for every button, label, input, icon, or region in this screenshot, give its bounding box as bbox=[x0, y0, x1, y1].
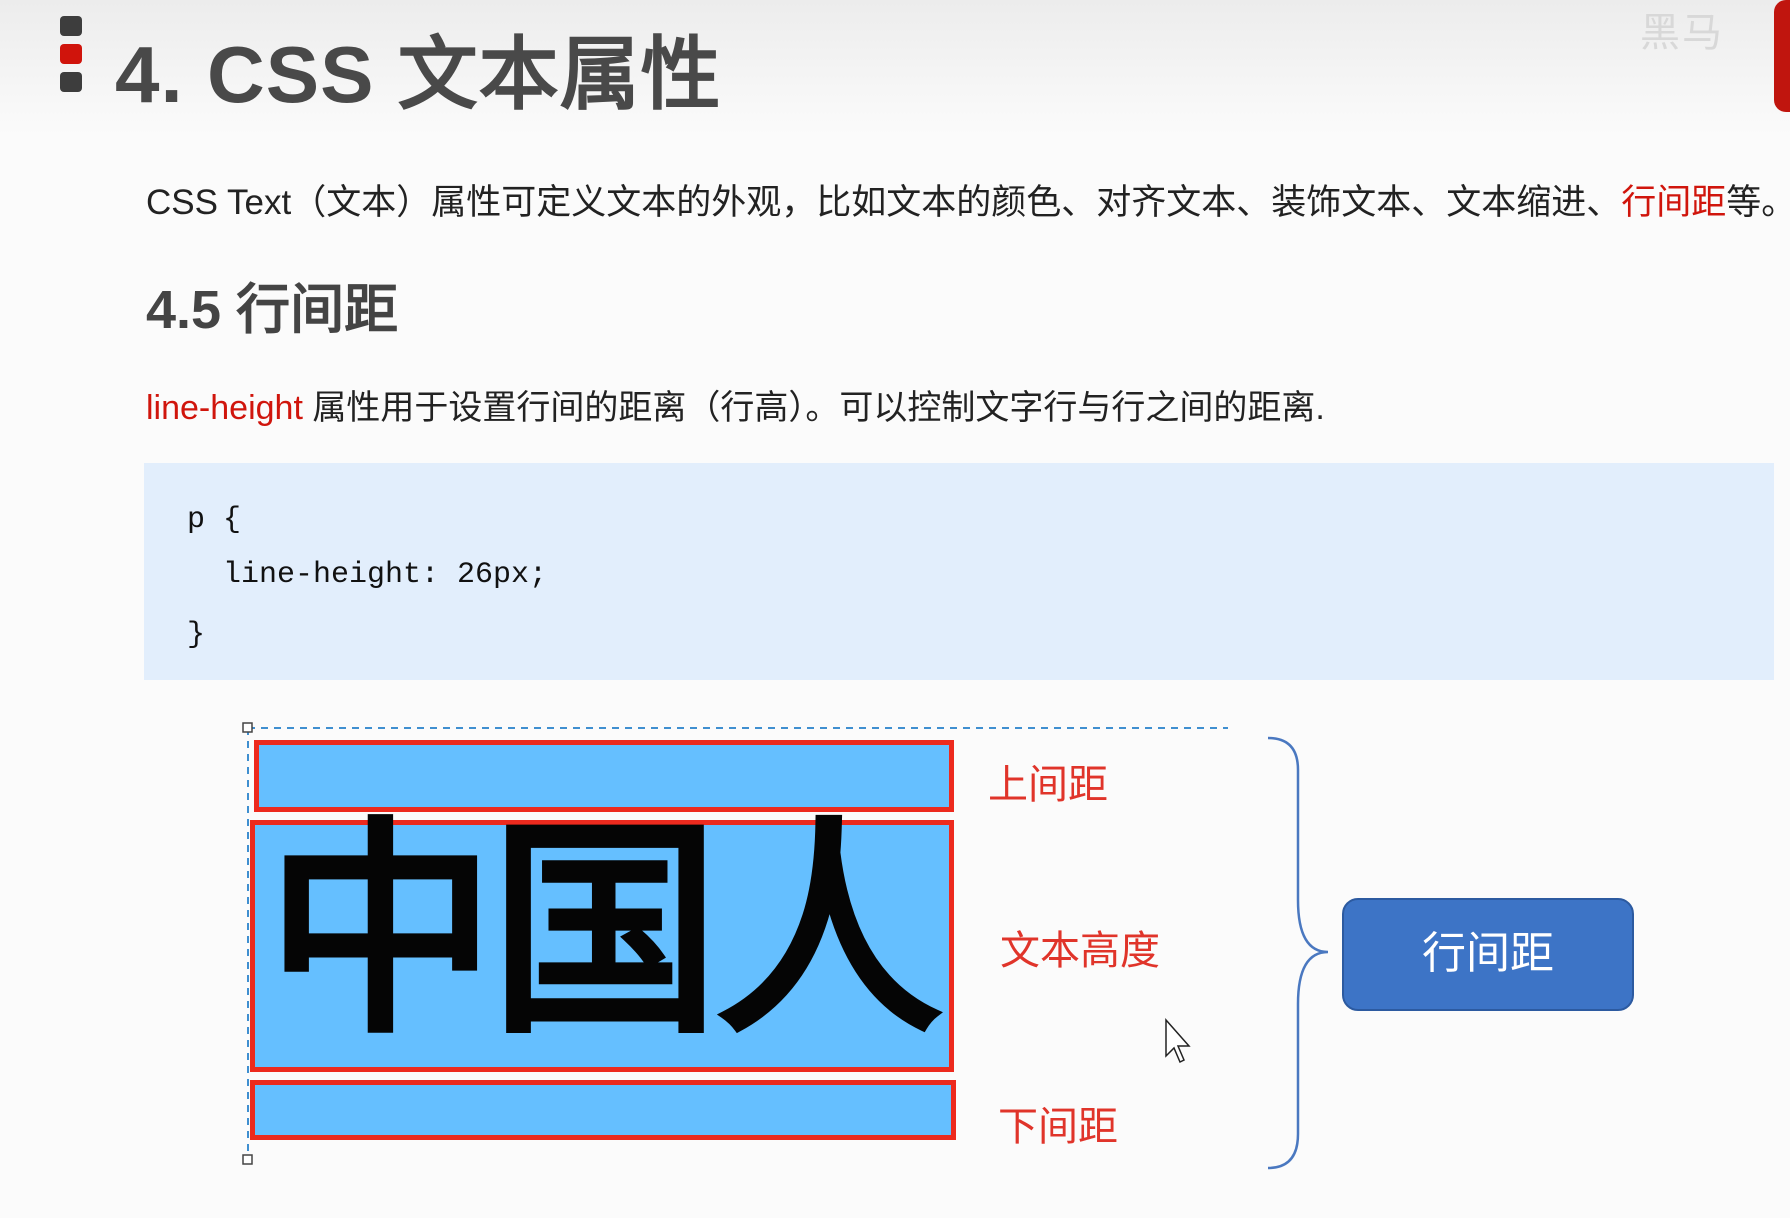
property-name: line-height bbox=[146, 389, 303, 427]
sample-glyph-text: 中国人 bbox=[265, 799, 944, 1066]
code-line: } bbox=[187, 618, 206, 652]
line-height-diagram: 中国人 上间距 文本高度 下间距 行间距 bbox=[0, 700, 1790, 1218]
title-bullet-icon bbox=[60, 16, 84, 100]
intro-highlight: 行间距 bbox=[1621, 183, 1727, 222]
selection-handle bbox=[242, 722, 253, 733]
property-description: line-height 属性用于设置行间的距离（行高）。可以控制文字行与行之间的… bbox=[146, 389, 1325, 427]
code-line: line-height: 26px; bbox=[187, 558, 548, 592]
line-height-result-box: 行间距 bbox=[1342, 898, 1634, 1011]
top-spacing-label: 上间距 bbox=[988, 763, 1108, 807]
watermark-logo: 黑马 bbox=[1640, 10, 1724, 56]
intro-paragraph: CSS Text（文本）属性可定义文本的外观，比如文本的颜色、对齐文本、装饰文本… bbox=[146, 183, 1790, 222]
page-title: 4. CSS 文本属性 bbox=[115, 30, 722, 119]
mouse-pointer-icon bbox=[1165, 1018, 1191, 1064]
selection-handle bbox=[242, 1154, 253, 1165]
curly-brace bbox=[1267, 736, 1329, 1170]
code-block: p { line-height: 26px; } bbox=[144, 463, 1774, 680]
corner-tab bbox=[1774, 0, 1790, 112]
code-line: p { bbox=[187, 503, 242, 537]
text-height-label: 文本高度 bbox=[1000, 929, 1160, 973]
section-heading: 4.5 行间距 bbox=[146, 280, 399, 340]
bottom-spacing-label: 下间距 bbox=[998, 1105, 1118, 1149]
bottom-spacing-box bbox=[250, 1080, 956, 1140]
